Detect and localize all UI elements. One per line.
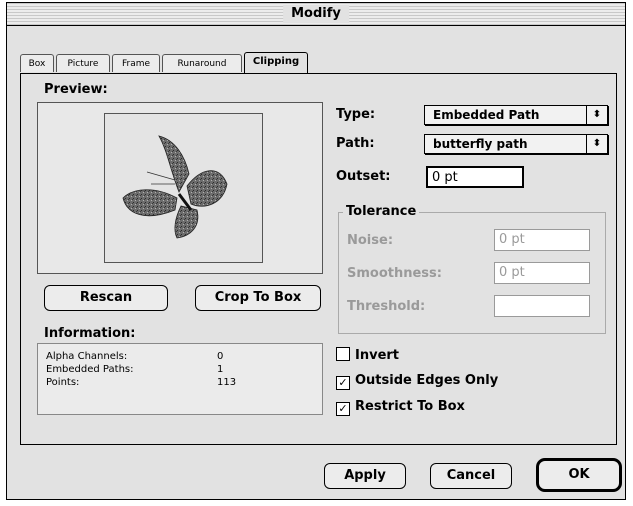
- ok-button[interactable]: OK: [536, 458, 622, 492]
- apply-button[interactable]: Apply: [324, 463, 406, 489]
- information-label: Information:: [44, 326, 136, 341]
- tab-clipping[interactable]: Clipping: [244, 52, 308, 73]
- restrict-to-box-label: Restrict To Box: [355, 399, 465, 414]
- title-bar[interactable]: Modify: [7, 3, 625, 26]
- path-popup[interactable]: butterfly path ⬍: [424, 134, 608, 154]
- restrict-to-box-checkbox[interactable]: ✓ Restrict To Box: [336, 399, 465, 416]
- tolerance-title: Tolerance: [343, 204, 420, 220]
- noise-label: Noise:: [347, 233, 394, 248]
- type-label: Type:: [336, 107, 376, 122]
- checkbox-checked-icon: ✓: [336, 376, 350, 390]
- type-popup[interactable]: Embedded Path ⬍: [424, 105, 608, 125]
- outset-field[interactable]: 0 pt: [426, 166, 524, 188]
- info-paths-value: 1: [217, 364, 224, 375]
- info-points-value: 113: [217, 377, 237, 388]
- cancel-button[interactable]: Cancel: [430, 463, 512, 489]
- path-value: butterfly path: [433, 137, 528, 151]
- checkbox-checked-icon: ✓: [336, 402, 350, 416]
- noise-field[interactable]: 0 pt: [494, 229, 590, 251]
- crop-to-box-button[interactable]: Crop To Box: [195, 285, 321, 311]
- threshold-field[interactable]: [494, 295, 590, 317]
- tab-picture[interactable]: Picture: [56, 54, 110, 72]
- tab-box[interactable]: Box: [20, 54, 54, 72]
- outside-edges-only-label: Outside Edges Only: [355, 373, 499, 388]
- path-label: Path:: [336, 136, 375, 151]
- type-value: Embedded Path: [433, 108, 540, 122]
- butterfly-image: [122, 135, 228, 239]
- rescan-button[interactable]: Rescan: [44, 285, 168, 311]
- info-alpha-key: Alpha Channels:: [46, 351, 128, 362]
- smoothness-field[interactable]: 0 pt: [494, 262, 590, 284]
- invert-label: Invert: [355, 348, 400, 363]
- tab-frame[interactable]: Frame: [112, 54, 160, 72]
- popup-arrows-icon: ⬍: [586, 106, 607, 124]
- outset-label: Outset:: [336, 169, 391, 184]
- window-title: Modify: [283, 5, 349, 23]
- threshold-label: Threshold:: [347, 299, 426, 314]
- info-paths-key: Embedded Paths:: [46, 364, 134, 375]
- smoothness-label: Smoothness:: [347, 266, 442, 281]
- outside-edges-only-checkbox[interactable]: ✓ Outside Edges Only: [336, 373, 498, 390]
- info-alpha-value: 0: [217, 351, 224, 362]
- tab-runaround[interactable]: Runaround: [162, 54, 242, 72]
- info-points-key: Points:: [46, 377, 80, 388]
- checkbox-empty-icon: [336, 347, 350, 361]
- popup-arrows-icon: ⬍: [586, 135, 607, 153]
- preview-label: Preview:: [44, 82, 108, 97]
- preview-frame: [104, 113, 263, 263]
- invert-checkbox[interactable]: Invert: [336, 347, 399, 364]
